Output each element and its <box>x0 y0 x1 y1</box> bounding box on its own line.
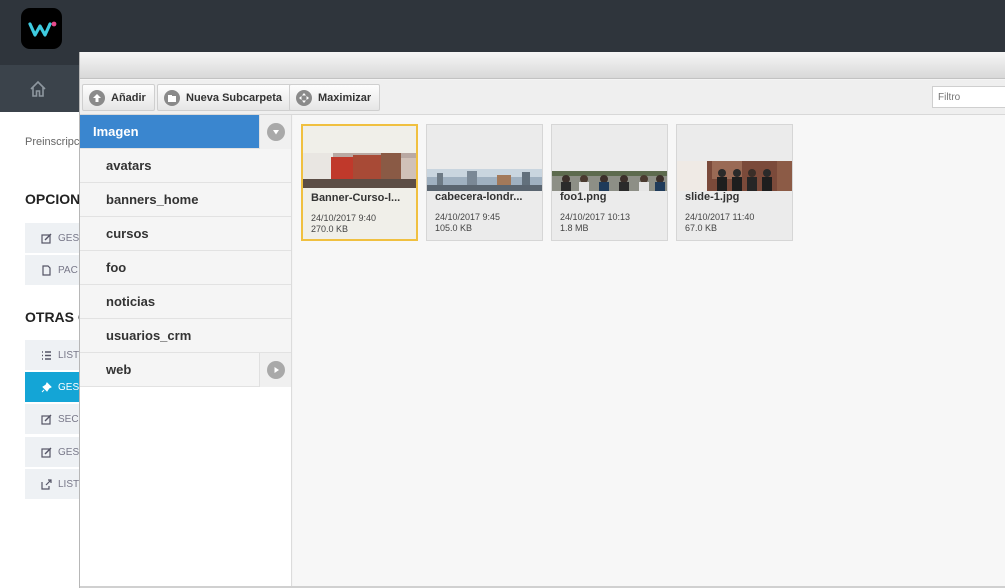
sidebar-item[interactable]: SEC <box>25 404 80 434</box>
sidebar-item[interactable]: LIST <box>25 469 80 499</box>
file-name: cabecera-londr... <box>435 191 523 203</box>
add-button[interactable]: Añadir <box>82 84 155 111</box>
section-title-otras: OTRAS OP <box>25 309 80 325</box>
upload-icon <box>89 89 105 106</box>
sidebar-item[interactable]: GES <box>25 437 80 467</box>
pin-icon <box>41 381 52 392</box>
folder-banners-home[interactable]: banners_home <box>80 183 291 217</box>
maximize-button[interactable]: Maximizar <box>289 84 381 111</box>
file-grid: Banner-Curso-l... 24/10/2017 9:40 270.0 … <box>293 115 1005 586</box>
maximize-icon <box>296 89 312 106</box>
thumbnail <box>303 153 416 188</box>
folder-usuarios-crm[interactable]: usuarios_crm <box>80 319 291 353</box>
file-card-selected[interactable]: Banner-Curso-l... 24/10/2017 9:40 270.0 … <box>301 124 418 241</box>
chevron-down-icon <box>266 123 285 141</box>
sidebar-item-label: LIST <box>58 478 80 490</box>
list-icon <box>42 350 51 360</box>
folder-tree: Imagen avatars banners_home cursos foo n… <box>80 115 292 586</box>
file-size: 67.0 KB <box>685 223 718 233</box>
file-name: slide-1.jpg <box>685 191 740 203</box>
breadcrumb: Preinscripc <box>25 136 80 148</box>
toolbar: Añadir Nueva Subcarpeta Maximizar <box>80 80 1005 115</box>
folder-imagen[interactable]: Imagen <box>80 115 260 149</box>
thumbnail <box>427 169 542 191</box>
folder-avatars[interactable]: avatars <box>80 149 291 183</box>
edit-icon <box>41 447 52 458</box>
add-button-label: Añadir <box>111 91 146 104</box>
file-size: 1.8 MB <box>560 223 589 233</box>
file-name: foo1.png <box>560 191 607 203</box>
dialog-titlebar[interactable] <box>80 52 1005 79</box>
folder-web[interactable]: web <box>80 353 260 387</box>
logo-icon <box>27 21 56 37</box>
chevron-right-icon <box>266 361 285 379</box>
sidebar-item-label: SEC <box>58 413 79 425</box>
file-size: 105.0 KB <box>435 223 473 233</box>
folder-cursos[interactable]: cursos <box>80 217 291 251</box>
sidebar-item-label: PAC <box>58 264 78 276</box>
filter-input[interactable] <box>932 86 1005 108</box>
sidebar-item[interactable]: PAC <box>25 255 80 285</box>
app-sidebar: Preinscripc OPCIONES GES PAC OTRAS OP LI… <box>0 112 80 588</box>
thumbnail <box>552 171 667 191</box>
file-card[interactable]: cabecera-londr... 24/10/2017 9:45 105.0 … <box>426 124 543 241</box>
tree-root-row: Imagen <box>80 115 291 149</box>
file-date: 24/10/2017 9:45 <box>435 212 501 222</box>
home-icon[interactable] <box>28 79 48 99</box>
section-title-opciones: OPCIONES <box>25 191 80 207</box>
sidebar-item-active[interactable]: GES <box>25 372 80 402</box>
file-manager-dialog: Añadir Nueva Subcarpeta Maximizar Imagen… <box>79 52 1005 588</box>
folder-foo[interactable]: foo <box>80 251 291 285</box>
folder-noticias[interactable]: noticias <box>80 285 291 319</box>
file-date: 24/10/2017 11:40 <box>685 212 755 222</box>
new-subfolder-button[interactable]: Nueva Subcarpeta <box>157 84 291 111</box>
maximize-label: Maximizar <box>318 91 372 104</box>
external-link-icon <box>41 478 52 490</box>
new-folder-icon <box>164 89 180 106</box>
file-size: 270.0 KB <box>311 224 349 234</box>
document-icon <box>42 264 51 276</box>
collapse-toggle[interactable] <box>259 115 291 149</box>
file-card[interactable]: foo1.png 24/10/2017 10:13 1.8 MB <box>551 124 668 241</box>
sidebar-item[interactable]: GES <box>25 223 80 253</box>
sidebar-item-label: GES <box>58 232 80 244</box>
tree-web-row: web <box>80 353 291 387</box>
sidebar-item-label: GES <box>58 446 80 458</box>
edit-icon <box>41 414 52 425</box>
file-date: 24/10/2017 9:40 <box>311 213 377 223</box>
file-name: Banner-Curso-l... <box>311 192 401 204</box>
expand-toggle[interactable] <box>259 353 291 387</box>
sidebar-item-label: GES <box>58 381 80 393</box>
thumbnail <box>677 161 792 191</box>
file-date: 24/10/2017 10:13 <box>560 212 631 222</box>
edit-icon <box>41 233 52 244</box>
sidebar-item-label: LIST <box>58 349 80 361</box>
file-card[interactable]: slide-1.jpg 24/10/2017 11:40 67.0 KB <box>676 124 793 241</box>
app-logo[interactable] <box>21 8 62 49</box>
new-subfolder-label: Nueva Subcarpeta <box>186 91 282 104</box>
sidebar-item[interactable]: LIST <box>25 340 80 370</box>
